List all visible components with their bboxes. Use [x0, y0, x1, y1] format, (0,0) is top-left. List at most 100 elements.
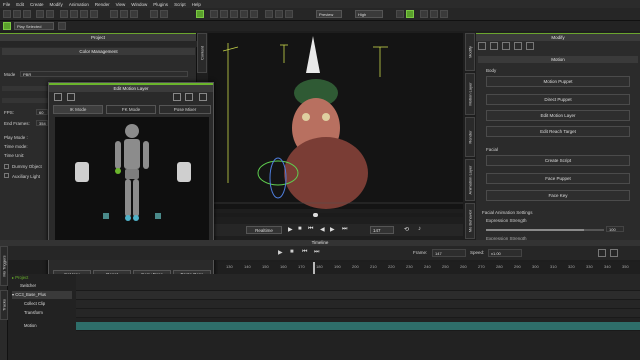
- track-switcher[interactable]: [76, 282, 640, 291]
- viewport-frame-field[interactable]: 147: [370, 226, 394, 234]
- play-icon[interactable]: [3, 22, 11, 30]
- wireframe-icon[interactable]: [265, 10, 273, 18]
- end-frames-field[interactable]: 354: [36, 120, 48, 126]
- track-collect-clip[interactable]: [76, 300, 640, 309]
- edit-reach-target-button[interactable]: Edit Reach Target: [486, 126, 630, 137]
- track-transform[interactable]: [76, 309, 640, 318]
- next-key-button[interactable]: ▶: [330, 226, 335, 233]
- timeline-settings-icon[interactable]: [598, 249, 606, 257]
- viewport-scrub-bar[interactable]: [208, 213, 463, 217]
- timeline-next-button[interactable]: ⏭: [314, 249, 319, 256]
- fps-field[interactable]: 60: [36, 109, 48, 115]
- body-map[interactable]: [55, 117, 209, 247]
- lock-icon[interactable]: [185, 93, 193, 101]
- volume-button[interactable]: ♪: [418, 226, 421, 232]
- light-icon[interactable]: [120, 10, 128, 18]
- create-script-button[interactable]: Create Script: [486, 155, 630, 166]
- morph-tab-icon[interactable]: [526, 42, 534, 50]
- reach-icon[interactable]: [173, 93, 181, 101]
- edit-motion-layer-button[interactable]: Edit Motion Layer: [486, 110, 630, 121]
- motion-tab-icon[interactable]: [490, 42, 498, 50]
- stop-button[interactable]: ■: [298, 226, 302, 232]
- zoom-icon[interactable]: [230, 10, 238, 18]
- loop-button[interactable]: ⟲: [404, 226, 409, 233]
- mo-behavior-side-tab[interactable]: Mo Behavior: [465, 203, 475, 239]
- prev-frame-button[interactable]: ⏮: [308, 226, 313, 233]
- pan-icon[interactable]: [210, 10, 218, 18]
- menu-item-file[interactable]: File: [3, 2, 10, 7]
- viewport-scrub-handle[interactable]: [313, 213, 318, 217]
- tab-ik-mode[interactable]: IK Mode: [53, 105, 103, 114]
- timeline-ruler[interactable]: 130 140 150 160 170 180 190 200 210 220 230 240 250 2…: [218, 262, 640, 274]
- tab-pose-mixer[interactable]: Pose Mixer: [159, 105, 211, 114]
- shaded-icon[interactable]: [275, 10, 283, 18]
- modify-side-tab[interactable]: Modify: [465, 33, 475, 71]
- track-character[interactable]: [76, 291, 640, 300]
- tracks-side-tab[interactable]: Tracks: [0, 290, 8, 320]
- mode-select[interactable]: PBR: [20, 71, 188, 77]
- track-motion[interactable]: [76, 322, 640, 331]
- timeline-play-button[interactable]: ▶: [278, 249, 283, 256]
- render-side-tab[interactable]: Render: [465, 117, 475, 157]
- motion-layer-side-tab[interactable]: Motion Layer: [465, 73, 475, 115]
- menu-item-create[interactable]: Create: [30, 2, 44, 7]
- redo-icon[interactable]: [46, 10, 54, 18]
- camera-icon[interactable]: [110, 10, 118, 18]
- iray-icon[interactable]: [440, 10, 448, 18]
- grid-icon[interactable]: [150, 10, 158, 18]
- screenshot-icon[interactable]: [420, 10, 428, 18]
- next-frame-button[interactable]: ⏭: [342, 226, 347, 233]
- tab-fk-mode[interactable]: FK Mode: [106, 105, 156, 114]
- auxiliary-light-checkbox[interactable]: [4, 173, 9, 178]
- snap-icon[interactable]: [160, 10, 168, 18]
- menu-item-window[interactable]: Window: [131, 2, 147, 7]
- loop-icon[interactable]: [58, 22, 66, 30]
- scale-icon[interactable]: [90, 10, 98, 18]
- animation-layer-side-tab[interactable]: Animation Layer: [465, 159, 475, 201]
- menu-item-view[interactable]: View: [116, 2, 126, 7]
- face-key-button[interactable]: Face Key: [486, 190, 630, 201]
- menu-item-help[interactable]: Help: [192, 2, 201, 7]
- content-side-tab[interactable]: Content: [197, 33, 207, 73]
- expression-strength-slider[interactable]: [486, 229, 604, 231]
- 3d-viewport[interactable]: [208, 33, 463, 209]
- mo-triggers-side-tab[interactable]: Mo Triggers: [0, 246, 8, 286]
- textured-icon[interactable]: [285, 10, 293, 18]
- view-mode-icon[interactable]: [196, 10, 204, 18]
- reset-icon[interactable]: [199, 93, 207, 101]
- move-icon[interactable]: [70, 10, 78, 18]
- menu-item-plugins[interactable]: Plugins: [153, 2, 168, 7]
- render-level-select[interactable]: High: [355, 10, 383, 18]
- frame-selected-icon[interactable]: [240, 10, 248, 18]
- prev-key-button[interactable]: ◀: [320, 226, 325, 233]
- settings-icon[interactable]: [478, 42, 486, 50]
- mirror-icon[interactable]: [67, 93, 75, 101]
- expression-strength-field[interactable]: 100: [606, 226, 624, 232]
- material-tab-icon[interactable]: [502, 42, 510, 50]
- render-settings-icon[interactable]: [396, 10, 404, 18]
- menu-item-modify[interactable]: Modify: [50, 2, 63, 7]
- save-file-icon[interactable]: [23, 10, 31, 18]
- select-icon[interactable]: [60, 10, 68, 18]
- frame-all-icon[interactable]: [250, 10, 258, 18]
- menu-item-edit[interactable]: Edit: [16, 2, 24, 7]
- pin-icon[interactable]: [54, 93, 62, 101]
- color-management-header[interactable]: Color Management: [2, 48, 195, 55]
- menu-item-script[interactable]: Script: [174, 2, 186, 7]
- menu-item-animation[interactable]: Animation: [69, 2, 89, 7]
- render-quality-select[interactable]: Preview: [316, 10, 342, 18]
- orbit-icon[interactable]: [220, 10, 228, 18]
- motion-puppet-button[interactable]: Motion Puppet: [486, 76, 630, 87]
- play-button[interactable]: ▶: [288, 226, 293, 233]
- rotate-icon[interactable]: [80, 10, 88, 18]
- prop-icon[interactable]: [130, 10, 138, 18]
- timeline-speed-field[interactable]: x1.00: [488, 249, 522, 257]
- face-puppet-button[interactable]: Face Puppet: [486, 173, 630, 184]
- undo-icon[interactable]: [36, 10, 44, 18]
- track-label-character[interactable]: ▾ CC3_Base_Plus: [12, 291, 72, 299]
- menu-item-render[interactable]: Render: [95, 2, 110, 7]
- direct-puppet-button[interactable]: Direct Puppet: [486, 94, 630, 105]
- timeline-stop-button[interactable]: ■: [290, 249, 294, 255]
- timeline-prev-button[interactable]: ⏮: [302, 249, 307, 256]
- dummy-object-checkbox[interactable]: [4, 164, 9, 169]
